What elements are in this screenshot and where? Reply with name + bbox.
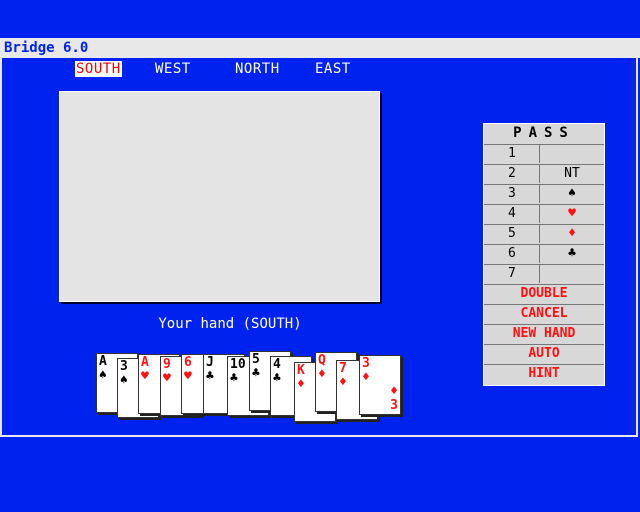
card-suit-icon: ♦ [297,377,305,392]
hint-button[interactable]: HINT [484,364,604,383]
card-suit-bottom-icon: ♦ [390,384,398,399]
bid-level-number[interactable]: 4 [508,206,516,221]
card-suit-icon: ♣ [230,371,238,386]
card-table [59,91,380,302]
card-suit-icon: ♣ [252,366,260,381]
double-button[interactable]: DOUBLE [484,284,604,303]
bid-strain[interactable]: ♣ [540,246,604,261]
card-suit-icon: ♥ [163,371,171,386]
card-rank: 10 [230,357,246,372]
bid-level-number[interactable]: 1 [508,146,516,161]
card-suit-icon: ♥ [141,369,149,384]
bid-level-row[interactable]: 7 [484,264,604,283]
card-suit-icon: ♦ [339,375,347,390]
card-rank: Q [318,353,326,368]
bid-level-row[interactable]: 5 ♦ [484,224,604,243]
card-suit-icon: ♠ [120,373,128,388]
seat-tabs: SOUTH WEST NORTH EAST [0,61,640,79]
card-rank: A [99,354,107,369]
card-suit-icon: ♠ [99,368,107,383]
bid-strain[interactable]: ♥ [540,206,604,221]
card-suit-icon: ♣ [273,371,281,386]
bid-level-row[interactable]: 1 [484,144,604,163]
seat-west[interactable]: WEST [155,61,191,77]
card-rank: 3 [120,359,128,374]
new-hand-button[interactable]: NEW HAND [484,324,604,343]
bid-level-row[interactable]: 4 ♥ [484,204,604,223]
seat-north[interactable]: NORTH [235,61,280,77]
card-rank: J [206,355,214,370]
seat-south[interactable]: SOUTH [75,61,122,77]
card-suit-icon: ♦ [318,367,326,382]
bid-level-number[interactable]: 3 [508,186,516,201]
hand-label: Your hand (SOUTH) [158,316,302,332]
bidding-panel: PASS 1 2 NT 3 ♠ 4 ♥ 5 ♦ 6 ♣ 7 DOUBLE CANCEL NEW HAND A… [483,123,605,386]
card-rank: A [141,355,149,370]
card-rank: 7 [339,361,347,376]
cancel-button[interactable]: CANCEL [484,304,604,323]
card-rank: 4 [273,357,281,372]
pass-button[interactable]: PASS [484,124,604,143]
bid-level-row[interactable]: 2 NT [484,164,604,183]
card-rank-bottom: 3 [390,398,398,413]
bid-level-number[interactable]: 2 [508,166,516,181]
card-rank: 9 [163,357,171,372]
seat-east[interactable]: EAST [315,61,351,77]
card[interactable]: 3 ♦ 3 ♦ [359,355,401,415]
bid-level-row[interactable]: 3 ♠ [484,184,604,203]
card-rank: 5 [252,352,260,367]
bid-strain[interactable]: ♠ [540,186,604,201]
title-bar: Bridge 6.0 [0,38,640,58]
bid-strain[interactable]: ♦ [540,226,604,241]
app-title: Bridge 6.0 [4,40,89,56]
bid-level-number[interactable]: 6 [508,246,516,261]
card-suit-icon: ♥ [184,369,192,384]
card-rank: 6 [184,355,192,370]
bid-divider [539,265,540,283]
bid-level-number[interactable]: 5 [508,226,516,241]
bid-divider [539,145,540,163]
bid-strain[interactable]: NT [540,166,604,181]
card-rank: K [297,363,305,378]
card-rank: 3 [362,356,370,371]
bid-level-row[interactable]: 6 ♣ [484,244,604,263]
card-suit-icon: ♦ [362,370,370,385]
bid-level-number[interactable]: 7 [508,266,516,281]
auto-button[interactable]: AUTO [484,344,604,363]
card-suit-icon: ♣ [206,369,214,384]
